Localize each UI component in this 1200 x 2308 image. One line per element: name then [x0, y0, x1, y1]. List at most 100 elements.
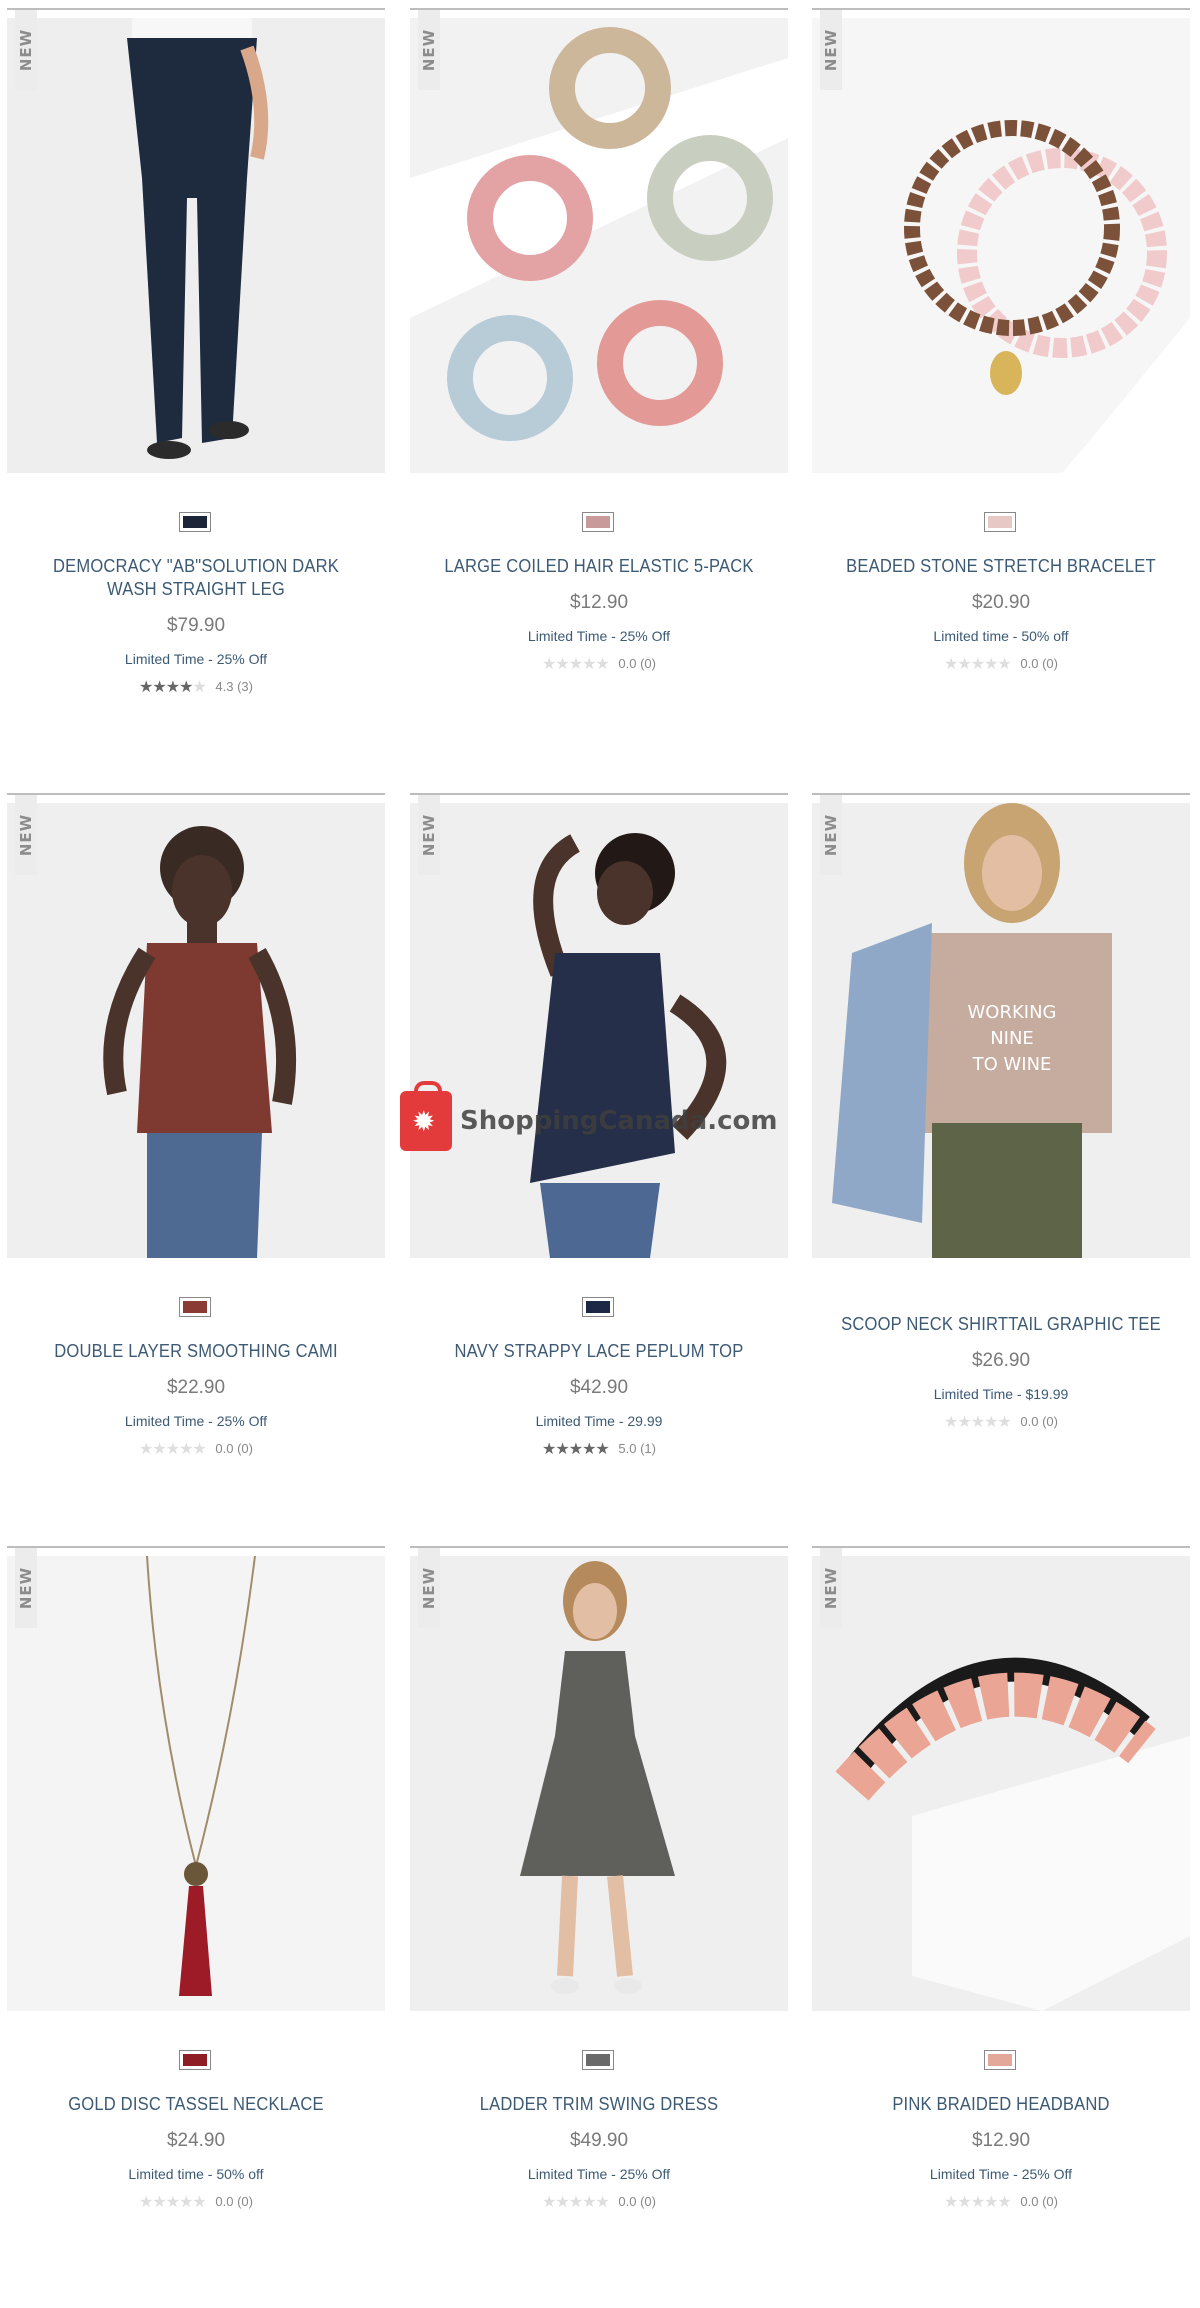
- product-name[interactable]: NAVY STRAPPY LACE PEPLUM TOP: [434, 1340, 763, 1363]
- product-card[interactable]: NEW DEMOCRACY "AB"SOLUTION DARK WASH STR…: [7, 0, 385, 770]
- product-name[interactable]: DOUBLE LAYER SMOOTHING CAMI: [31, 1340, 360, 1363]
- new-badge: NEW: [15, 1548, 37, 1628]
- product-name[interactable]: GOLD DISC TASSEL NECKLACE: [31, 2093, 360, 2116]
- rating[interactable]: ★★★★★ 0.0 (0): [410, 2192, 788, 2212]
- review-count: (0): [640, 2194, 656, 2209]
- product-card[interactable]: NEW PINK BRAIDED HEADBAND $12.90 Limited…: [812, 1538, 1190, 2308]
- product-image[interactable]: [812, 18, 1190, 473]
- product-image[interactable]: [410, 803, 788, 1258]
- new-badge-label: NEW: [822, 28, 840, 72]
- rating[interactable]: ★★★★★ 5.0 (1): [410, 1439, 788, 1459]
- new-badge-label: NEW: [420, 1566, 438, 1610]
- product-price: $42.90: [569, 1377, 629, 1398]
- product-card[interactable]: NEW GOLD DISC TASSEL NECKLACE $24.90 Lim…: [7, 1538, 385, 2308]
- review-count: (0): [1042, 656, 1058, 671]
- product-name[interactable]: BEADED STONE STRETCH BRACELET: [836, 555, 1165, 578]
- star-rating-icon: ★★★★★: [944, 2194, 1012, 2211]
- rating[interactable]: ★★★★★ 0.0 (0): [410, 654, 788, 674]
- rating-value: 0.0: [618, 656, 637, 671]
- product-card[interactable]: NEW NAVY STRAPPY LACE PEPLUM TOP $42.90 …: [410, 785, 788, 1555]
- product-image[interactable]: [7, 18, 385, 473]
- color-swatch[interactable]: [582, 1297, 614, 1317]
- product-card[interactable]: NEW BEADED STONE STRETCH BRACELET $20.90…: [812, 0, 1190, 770]
- star-rating-icon: ★★★★★: [542, 1441, 610, 1458]
- rating-value: 4.3: [215, 679, 234, 694]
- color-swatch[interactable]: [179, 1297, 211, 1317]
- rating[interactable]: ★★★★★ 0.0 (0): [812, 654, 1190, 674]
- star-rating-icon: ★★★★★: [542, 2194, 610, 2211]
- watermark-text: ShoppingCanada.com: [460, 1106, 778, 1136]
- new-badge: NEW: [15, 795, 37, 875]
- review-count: (0): [1042, 1414, 1058, 1429]
- star-rating-icon: ★★★★★: [139, 1441, 207, 1458]
- product-price: $26.90: [971, 1350, 1031, 1371]
- rating[interactable]: ★★★★★ 0.0 (0): [7, 2192, 385, 2212]
- rating[interactable]: ★★★★★ 0.0 (0): [812, 1412, 1190, 1432]
- card-divider: [7, 8, 385, 10]
- product-name[interactable]: LARGE COILED HAIR ELASTIC 5-PACK: [434, 555, 763, 578]
- product-image[interactable]: WORKING NINE TO WINE: [812, 803, 1190, 1258]
- product-image[interactable]: [812, 1556, 1190, 2011]
- product-price: $12.90: [569, 592, 629, 613]
- new-badge-label: NEW: [17, 1566, 35, 1610]
- card-divider: [410, 8, 788, 10]
- new-badge-label: NEW: [822, 1566, 840, 1610]
- new-badge-label: NEW: [822, 813, 840, 857]
- product-image[interactable]: [7, 1556, 385, 2011]
- promo-text: Limited Time - $19.99: [933, 1386, 1069, 1402]
- promo-text: Limited Time - 29.99: [535, 1413, 663, 1429]
- product-card[interactable]: NEW DOUBLE LAYER SMOOTHING CAMI $22.90 L…: [7, 785, 385, 1555]
- rating-value: 0.0: [215, 2194, 234, 2209]
- product-name[interactable]: SCOOP NECK SHIRTTAIL GRAPHIC TEE: [836, 1313, 1165, 1336]
- watermark: ✹ ShoppingCanada.com: [400, 1081, 778, 1156]
- rating[interactable]: ★★★★★ 4.3 (3): [7, 677, 385, 697]
- card-divider: [7, 1546, 385, 1548]
- review-count: (0): [1042, 2194, 1058, 2209]
- color-swatch[interactable]: [582, 512, 614, 532]
- star-rating-icon: ★★★★★: [139, 679, 207, 696]
- review-count: (1): [640, 1441, 656, 1456]
- rating-value: 0.0: [1020, 1414, 1039, 1429]
- card-divider: [410, 1546, 788, 1548]
- promo-text: Limited Time - 25% Off: [124, 651, 268, 667]
- card-divider: [812, 793, 1190, 795]
- new-badge: NEW: [15, 10, 37, 90]
- product-card[interactable]: WORKING NINE TO WINE NEW SCOOP NECK SHIRTT…: [812, 785, 1190, 1555]
- product-name[interactable]: LADDER TRIM SWING DRESS: [434, 2093, 763, 2116]
- new-badge: NEW: [820, 10, 842, 90]
- star-rating-icon: ★★★★★: [944, 656, 1012, 673]
- product-card[interactable]: NEW LARGE COILED HAIR ELASTIC 5-PACK $12…: [410, 0, 788, 770]
- new-badge-label: NEW: [17, 28, 35, 72]
- product-image[interactable]: [410, 1556, 788, 2011]
- rating-value: 0.0: [1020, 656, 1039, 671]
- color-swatch[interactable]: [179, 2050, 211, 2070]
- product-image[interactable]: [410, 18, 788, 473]
- card-divider: [7, 793, 385, 795]
- star-rating-icon: ★★★★★: [542, 656, 610, 673]
- rating-value: 5.0: [618, 1441, 637, 1456]
- color-swatch[interactable]: [984, 2050, 1016, 2070]
- new-badge: NEW: [820, 795, 842, 875]
- card-divider: [410, 793, 788, 795]
- shopping-bag-icon: ✹: [400, 1081, 452, 1151]
- product-name[interactable]: DEMOCRACY "AB"SOLUTION DARK WASH STRAIGH…: [31, 555, 360, 601]
- color-swatch[interactable]: [179, 512, 211, 532]
- color-swatch[interactable]: [582, 2050, 614, 2070]
- product-name[interactable]: PINK BRAIDED HEADBAND: [836, 2093, 1165, 2116]
- color-swatch[interactable]: [984, 512, 1016, 532]
- product-price: $22.90: [166, 1377, 226, 1398]
- promo-text: Limited time - 50% off: [933, 628, 1069, 644]
- promo-text: Limited Time - 25% Off: [527, 628, 671, 644]
- new-badge: NEW: [820, 1548, 842, 1628]
- review-count: (3): [237, 679, 253, 694]
- rating[interactable]: ★★★★★ 0.0 (0): [7, 1439, 385, 1459]
- product-price: $20.90: [971, 592, 1031, 613]
- product-price: $12.90: [971, 2130, 1031, 2151]
- product-card[interactable]: NEW LADDER TRIM SWING DRESS $49.90 Limit…: [410, 1538, 788, 2308]
- new-badge-label: NEW: [17, 813, 35, 857]
- product-image[interactable]: [7, 803, 385, 1258]
- rating-value: 0.0: [618, 2194, 637, 2209]
- promo-text: Limited Time - 25% Off: [124, 1413, 268, 1429]
- new-badge-label: NEW: [420, 813, 438, 857]
- rating[interactable]: ★★★★★ 0.0 (0): [812, 2192, 1190, 2212]
